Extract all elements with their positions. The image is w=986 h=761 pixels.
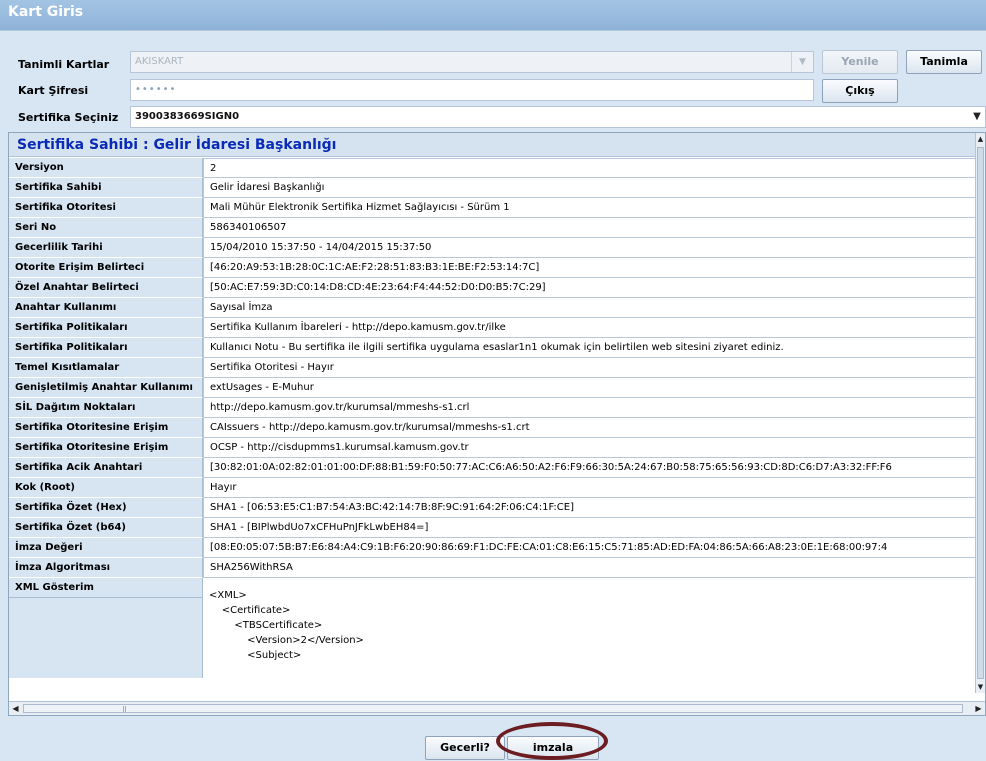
table-row[interactable]: Sertifika Sahibi Gelir İdaresi Başkanlığı bbox=[9, 178, 977, 198]
certificate-properties-table: Versiyon 2 Sertifika Sahibi Gelir İdaresi B… bbox=[9, 158, 977, 678]
table-row[interactable]: İmza Değeri [08:E0:05:07:5B:B7:E6:84:A4:C… bbox=[9, 538, 977, 558]
validity-check-button[interactable]: Gecerli? bbox=[425, 736, 505, 760]
certificate-details-panel: Sertifika Sahibi : Gelir İdaresi Başkanl… bbox=[8, 132, 986, 716]
property-name: Versiyon bbox=[9, 158, 203, 178]
xml-view-content[interactable]: <XML> <Certificate> <TBSCertificate> <Ve… bbox=[203, 578, 977, 678]
property-value[interactable]: Sertifika Kullanım İbareleri - http://de… bbox=[203, 318, 977, 338]
table-row[interactable]: Sertifika Özet (b64) SHA1 - [BIPlwbdUo7xC… bbox=[9, 518, 977, 538]
property-value[interactable]: extUsages - E-Muhur bbox=[203, 378, 977, 398]
property-value[interactable]: [46:20:A9:53:1B:28:0C:1C:AE:F2:28:51:83:… bbox=[203, 258, 977, 278]
horizontal-scroll-thumb[interactable] bbox=[23, 704, 963, 713]
chevron-down-icon[interactable]: ▼ bbox=[791, 52, 813, 72]
property-name: Sertifika Otoritesi bbox=[9, 198, 203, 218]
window-title: Kart Giris bbox=[8, 4, 84, 20]
property-name: Sertifika Politikaları bbox=[9, 338, 203, 358]
card-pin-input[interactable]: •••••• bbox=[130, 79, 814, 101]
vertical-scroll-thumb[interactable] bbox=[977, 147, 984, 679]
certificate-select[interactable]: 3900383669SIGN0 ▼ bbox=[130, 106, 986, 128]
chevron-down-icon[interactable]: ▼ bbox=[969, 107, 985, 127]
table-row[interactable]: Temel Kısıtlamalar Sertifika Otoritesi - … bbox=[9, 358, 977, 378]
property-name: Özel Anahtar Belirteci bbox=[9, 278, 203, 298]
xml-view-label-cell: XML Gösterim bbox=[9, 578, 203, 678]
sign-button[interactable]: imzala bbox=[507, 736, 599, 760]
property-name: İmza Algoritması bbox=[9, 558, 203, 578]
exit-button[interactable]: Çıkış bbox=[822, 79, 898, 103]
property-name: SİL Dağıtım Noktaları bbox=[9, 398, 203, 418]
table-row[interactable]: Anahtar Kullanımı Sayısal İmza bbox=[9, 298, 977, 318]
property-value[interactable]: OCSP - http://cisdupmms1.kurumsal.kamusm… bbox=[203, 438, 977, 458]
xml-view-label: XML Gösterim bbox=[9, 578, 202, 598]
property-value[interactable]: 2 bbox=[203, 158, 977, 178]
property-name: Gecerlilik Tarihi bbox=[9, 238, 203, 258]
card-select-value: AKISKART bbox=[135, 56, 184, 67]
property-name: Sertifika Özet (Hex) bbox=[9, 498, 203, 518]
scroll-grip-icon bbox=[123, 706, 126, 712]
scroll-left-icon[interactable]: ◀ bbox=[9, 702, 22, 715]
certificate-owner-heading: Sertifika Sahibi : Gelir İdaresi Başkanl… bbox=[9, 133, 977, 157]
property-value[interactable]: SHA1 - [06:53:E5:C1:B7:54:A3:BC:42:14:7B… bbox=[203, 498, 977, 518]
table-row[interactable]: Versiyon 2 bbox=[9, 158, 977, 178]
property-value[interactable]: Kullanıcı Notu - Bu sertifika ile ilgili… bbox=[203, 338, 977, 358]
table-row[interactable]: Sertifika Politikaları Sertifika Kullanım… bbox=[9, 318, 977, 338]
property-name: Anahtar Kullanımı bbox=[9, 298, 203, 318]
property-name: Genişletilmiş Anahtar Kullanımı bbox=[9, 378, 203, 398]
property-value[interactable]: Gelir İdaresi Başkanlığı bbox=[203, 178, 977, 198]
table-row[interactable]: SİL Dağıtım Noktaları http://depo.kamusm… bbox=[9, 398, 977, 418]
property-name: Sertifika Politikaları bbox=[9, 318, 203, 338]
property-value[interactable]: 586340106507 bbox=[203, 218, 977, 238]
table-row[interactable]: Otorite Erişim Belirteci [46:20:A9:53:1B:… bbox=[9, 258, 977, 278]
property-name: Sertifika Özet (b64) bbox=[9, 518, 203, 538]
property-value[interactable]: Hayır bbox=[203, 478, 977, 498]
property-value[interactable]: Sertifika Otoritesi - Hayır bbox=[203, 358, 977, 378]
table-row[interactable]: Gecerlilik Tarihi 15/04/2010 15:37:50 - 1… bbox=[9, 238, 977, 258]
scroll-right-icon[interactable]: ▶ bbox=[972, 702, 985, 715]
property-value[interactable]: 15/04/2010 15:37:50 - 14/04/2015 15:37:5… bbox=[203, 238, 977, 258]
window-titlebar: Kart Giris bbox=[0, 0, 986, 30]
certificate-select-label: Sertifika Seçiniz bbox=[18, 111, 119, 124]
table-row[interactable]: Sertifika Politikaları Kullanıcı Notu - B… bbox=[9, 338, 977, 358]
property-value[interactable]: SHA1 - [BIPlwbdUo7xCFHuPnJFkLwbEH84=] bbox=[203, 518, 977, 538]
define-button[interactable]: Tanimla bbox=[906, 50, 982, 74]
property-value[interactable]: SHA256WithRSA bbox=[203, 558, 977, 578]
table-row[interactable]: Sertifika Özet (Hex) SHA1 - [06:53:E5:C1:… bbox=[9, 498, 977, 518]
vertical-scrollbar[interactable]: ▲ ▼ bbox=[975, 133, 985, 693]
property-value[interactable]: Sayısal İmza bbox=[203, 298, 977, 318]
table-row[interactable]: Kok (Root) Hayır bbox=[9, 478, 977, 498]
table-row[interactable]: Sertifika Otoritesine Erişim CAIssuers - … bbox=[9, 418, 977, 438]
property-name: Sertifika Otoritesine Erişim bbox=[9, 438, 203, 458]
property-value[interactable]: [08:E0:05:07:5B:B7:E6:84:A4:C9:1B:F6:20:… bbox=[203, 538, 977, 558]
table-row[interactable]: İmza Algoritması SHA256WithRSA bbox=[9, 558, 977, 578]
property-value[interactable]: CAIssuers - http://depo.kamusm.gov.tr/ku… bbox=[203, 418, 977, 438]
table-row[interactable]: Sertifika Acik Anahtari [30:82:01:0A:02:8… bbox=[9, 458, 977, 478]
scroll-up-icon[interactable]: ▲ bbox=[976, 133, 985, 145]
card-login-dialog: Tanimli Kartlar AKISKART ▼ Yenile Taniml… bbox=[0, 30, 986, 761]
property-name: Sertifika Otoritesine Erişim bbox=[9, 418, 203, 438]
table-row[interactable]: Seri No 586340106507 bbox=[9, 218, 977, 238]
card-select[interactable]: AKISKART ▼ bbox=[130, 51, 814, 73]
card-pin-label: Kart Şifresi bbox=[18, 84, 89, 97]
property-value[interactable]: Mali Mühür Elektronik Sertifika Hizmet S… bbox=[203, 198, 977, 218]
property-value[interactable]: [50:AC:E7:59:3D:C0:14:D8:CD:4E:23:64:F4:… bbox=[203, 278, 977, 298]
xml-view-row: XML Gösterim <XML> <Certificate> <TBSCert… bbox=[9, 578, 977, 678]
property-name: Temel Kısıtlamalar bbox=[9, 358, 203, 378]
property-name: Otorite Erişim Belirteci bbox=[9, 258, 203, 278]
certificate-select-value: 3900383669SIGN0 bbox=[135, 111, 240, 122]
table-row[interactable]: Genişletilmiş Anahtar Kullanımı extUsages… bbox=[9, 378, 977, 398]
property-value[interactable]: http://depo.kamusm.gov.tr/kurumsal/mmesh… bbox=[203, 398, 977, 418]
property-value[interactable]: [30:82:01:0A:02:82:01:01:00:DF:88:B1:59:… bbox=[203, 458, 977, 478]
refresh-button[interactable]: Yenile bbox=[822, 50, 898, 74]
card-list-label: Tanimli Kartlar bbox=[18, 58, 110, 71]
property-name: Sertifika Acik Anahtari bbox=[9, 458, 203, 478]
scroll-down-icon[interactable]: ▼ bbox=[976, 681, 985, 693]
property-name: İmza Değeri bbox=[9, 538, 203, 558]
table-row[interactable]: Sertifika Otoritesi Mali Mühür Elektronik… bbox=[9, 198, 977, 218]
table-row[interactable]: Sertifika Otoritesine Erişim OCSP - http:… bbox=[9, 438, 977, 458]
property-name: Seri No bbox=[9, 218, 203, 238]
property-name: Sertifika Sahibi bbox=[9, 178, 203, 198]
horizontal-scrollbar[interactable]: ◀ ▶ bbox=[9, 701, 985, 715]
property-name: Kok (Root) bbox=[9, 478, 203, 498]
table-row[interactable]: Özel Anahtar Belirteci [50:AC:E7:59:3D:C0… bbox=[9, 278, 977, 298]
